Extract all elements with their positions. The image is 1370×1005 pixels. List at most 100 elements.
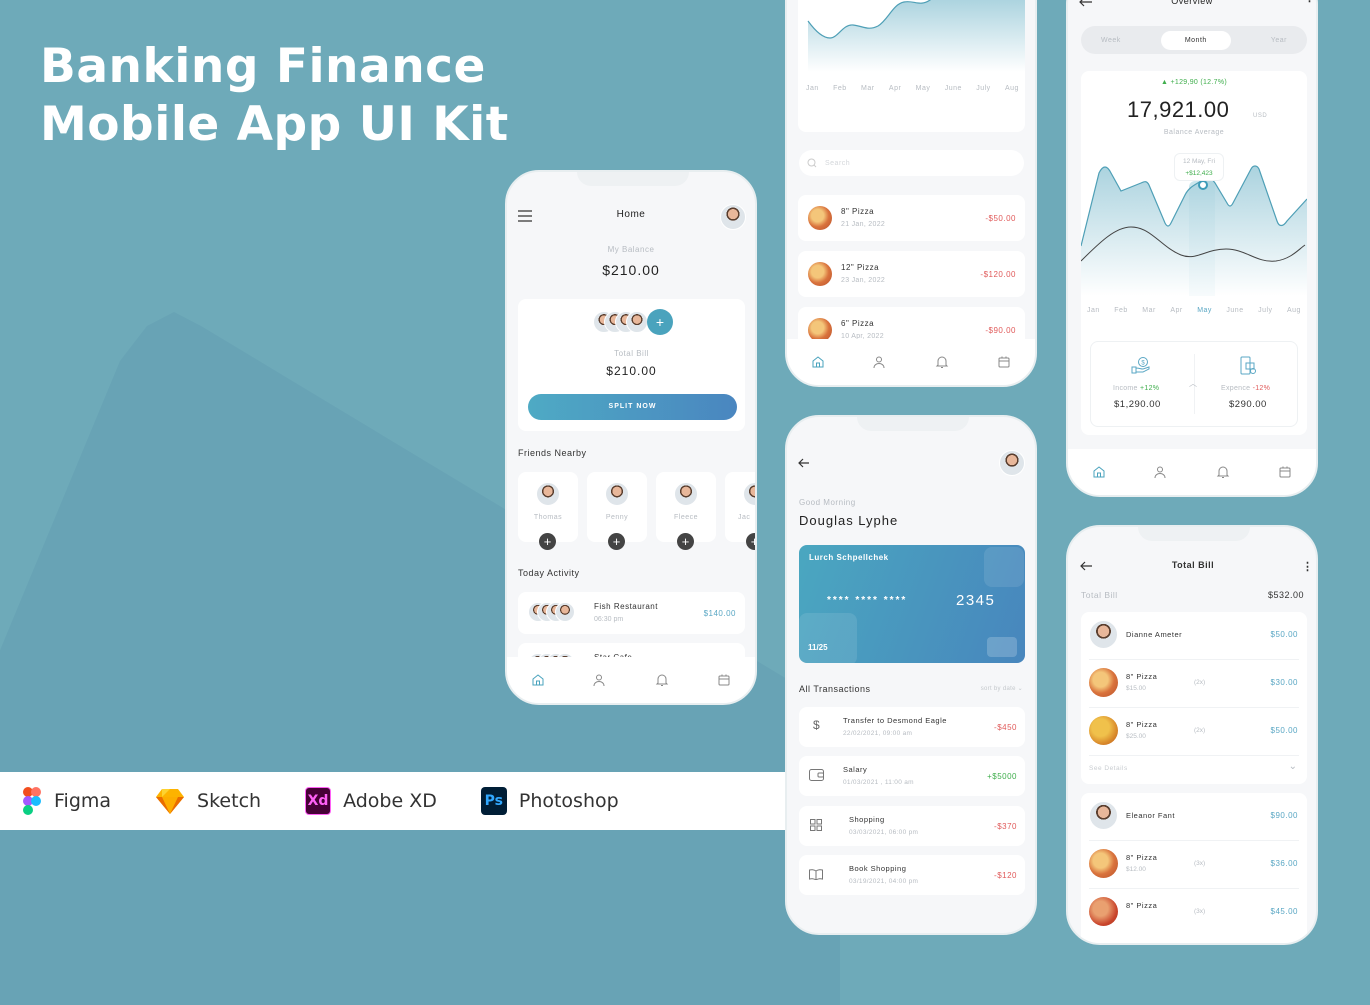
tab-month[interactable]: Month [1160, 30, 1231, 50]
expense-value: $290.00 [1229, 399, 1267, 410]
search-input[interactable]: Search [799, 150, 1024, 176]
friend-name: Thomas [533, 514, 563, 521]
friend-card[interactable]: Fleece + [656, 472, 716, 550]
card-last4: 2345 [956, 592, 996, 609]
profile-avatar[interactable] [720, 204, 746, 230]
hero-title: Banking Finance Mobile App UI Kit [40, 38, 509, 154]
transaction-date: 22/02/2021, 09:00 am [843, 730, 913, 737]
month-label: Apr [1170, 307, 1183, 314]
profile-avatar[interactable] [999, 450, 1025, 476]
month-label: July [976, 85, 991, 92]
people-icon[interactable] [1154, 465, 1168, 479]
balance-change: ▲ +129,90 (12.7%) [1081, 79, 1307, 86]
split-now-button[interactable]: SPLIT NOW [528, 394, 737, 420]
activity-time: 06:30 pm [594, 616, 624, 623]
balance-value: 17,921.00 [1127, 97, 1230, 122]
add-friend-button[interactable]: + [608, 533, 625, 550]
greeting: Good Morning [799, 498, 856, 507]
balance-label: My Balance [607, 245, 655, 254]
people-icon[interactable] [873, 355, 887, 369]
screen-title: Overview [1171, 0, 1213, 6]
item-amount: -$50.00 [985, 214, 1016, 223]
friend-card[interactable]: Jac + [725, 472, 755, 550]
trend-up-icon: ▲ [1161, 79, 1171, 86]
phone-home: Home My Balance $210.00 + Total Bill $21… [505, 170, 757, 705]
chevron-up-icon[interactable]: ︿ [1189, 378, 1197, 389]
svg-text:$: $ [1141, 361, 1145, 367]
spending-chart-card: Jan Feb Mar Apr May June July Aug [798, 0, 1025, 132]
person-avatar [1089, 620, 1118, 649]
phone-notch [577, 172, 689, 186]
figma-icon [23, 787, 41, 815]
transaction-row[interactable]: Salary 01/03/2021 , 11:00 am +$5000 [799, 756, 1025, 796]
history-row[interactable]: 12" Pizza 23 Jan, 2022 -$120.00 [798, 251, 1025, 297]
tool-label: Figma [54, 790, 112, 812]
selected-point[interactable] [1198, 180, 1208, 190]
transaction-name: Shopping [849, 815, 885, 824]
item-total: $50.00 [1270, 726, 1298, 735]
transaction-row[interactable]: Book Shopping 03/19/2021, 04:00 pm -$120 [799, 855, 1025, 895]
chevron-down-icon: ⌄ [1017, 686, 1023, 692]
balance-change-value: +129,90 (12.7%) [1170, 79, 1227, 86]
wallet-icon [809, 769, 824, 781]
home-icon[interactable] [531, 673, 545, 687]
friend-avatar [743, 482, 755, 506]
pizza-thumbnail [1089, 716, 1118, 745]
bank-card[interactable]: Lurch Schpellchek **** **** **** 2345 11… [799, 545, 1025, 663]
month-label: June [944, 85, 962, 92]
person-name: Dianne Ameter [1126, 630, 1183, 639]
bell-icon[interactable] [935, 355, 949, 369]
home-icon[interactable] [811, 355, 825, 369]
card-holder: Lurch Schpellchek [809, 553, 889, 562]
chart-tooltip: 12 May, Fri +$12,423 [1174, 153, 1224, 181]
friend-card[interactable]: Penny + [587, 472, 647, 550]
divider [1089, 659, 1299, 660]
tooltip-date: 12 May, Fri [1182, 158, 1216, 165]
spending-chart [807, 0, 1025, 72]
tab-year[interactable]: Year [1271, 37, 1287, 44]
phone-card: Good Morning Douglas Lyphe Lurch Schpell… [785, 415, 1037, 935]
book-icon [809, 869, 823, 880]
transaction-row[interactable]: $ Transfer to Desmond Eagle 22/02/2021, … [799, 707, 1025, 747]
total-bill-label: Total Bill [614, 349, 649, 358]
history-row[interactable]: 8" Pizza 21 Jan, 2022 -$50.00 [798, 195, 1025, 241]
item-amount: -$90.00 [985, 326, 1016, 335]
chevron-down-icon[interactable]: ⌄ [1289, 761, 1297, 772]
item-qty: (3x) [1194, 908, 1206, 915]
add-friend-button[interactable]: + [746, 533, 755, 550]
add-friend-button[interactable]: + [677, 533, 694, 550]
tool-label: Adobe XD [343, 790, 437, 812]
bell-icon[interactable] [1216, 465, 1230, 479]
transaction-row[interactable]: Shopping 03/03/2021, 06:00 pm -$370 [799, 806, 1025, 846]
more-options-icon[interactable]: ⋮ [1302, 560, 1313, 573]
friend-card[interactable]: Thomas + [518, 472, 578, 550]
home-icon[interactable] [1092, 465, 1106, 479]
calendar-icon[interactable] [997, 355, 1011, 369]
add-friend-button[interactable]: + [539, 533, 556, 550]
person-amount: $90.00 [1270, 811, 1298, 820]
month-label: Apr [888, 85, 902, 92]
month-label: Mar [1142, 307, 1156, 314]
pizza-thumbnail [808, 262, 832, 286]
pizza-thumbnail [1089, 849, 1118, 878]
hero-title-line1: Banking Finance [40, 39, 486, 94]
see-details-link[interactable]: See Details [1089, 765, 1128, 772]
transaction-amount: -$120 [994, 871, 1017, 880]
expense-label: Expence -12% [1221, 385, 1271, 392]
item-name: 12" Pizza [841, 263, 880, 272]
month-label-selected[interactable]: May [1197, 307, 1212, 314]
activity-row[interactable]: Fish Restaurant 06:30 pm $140.00 [518, 592, 745, 634]
bell-icon[interactable] [655, 673, 669, 687]
item-amount: -$120.00 [980, 270, 1016, 279]
calendar-icon[interactable] [1278, 465, 1292, 479]
back-arrow-icon[interactable] [798, 458, 810, 468]
people-icon[interactable] [593, 673, 607, 687]
add-member-button[interactable]: + [647, 309, 673, 335]
tab-week[interactable]: Week [1101, 37, 1121, 44]
tool-sketch: Sketch [155, 787, 261, 815]
tool-label: Photoshop [518, 790, 619, 812]
divider [1089, 888, 1299, 889]
sort-dropdown[interactable]: sort by date ⌄ [981, 685, 1023, 692]
transaction-date: 03/03/2021, 06:00 pm [849, 829, 919, 836]
calendar-icon[interactable] [717, 673, 731, 687]
